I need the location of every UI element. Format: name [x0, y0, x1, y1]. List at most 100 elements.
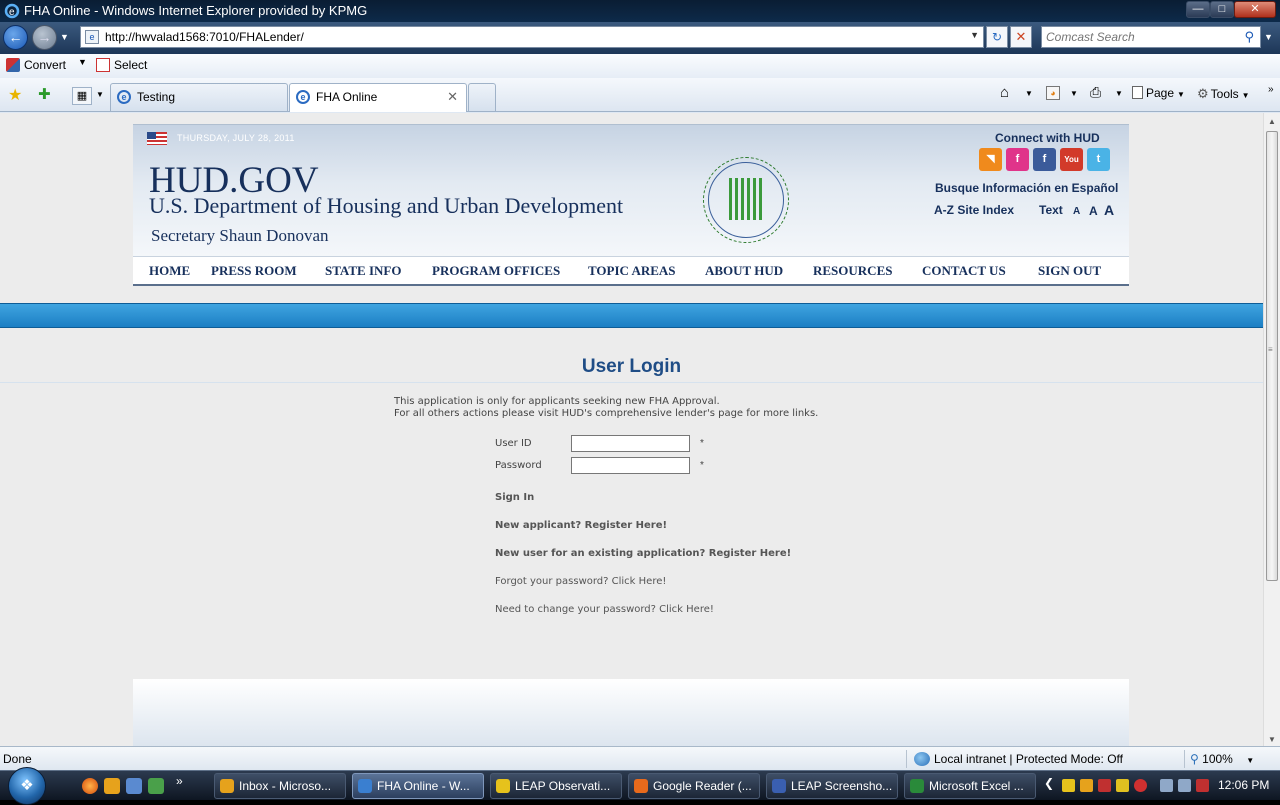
firefox-icon[interactable] — [82, 778, 98, 794]
nav-topic-areas[interactable]: TOPIC AREAS — [588, 263, 676, 279]
feeds-dropdown-icon[interactable]: ▼ — [1070, 89, 1078, 98]
quick-tabs-icon[interactable]: ▦ — [72, 87, 92, 105]
close-tab-icon[interactable]: ✕ — [447, 84, 458, 110]
windows-taskbar: ❖ » Inbox - Microso... FHA Online - W...… — [0, 767, 1280, 805]
divider — [0, 382, 1263, 383]
rss-icon[interactable]: ◥ — [979, 148, 1002, 171]
footer-band — [133, 679, 1129, 746]
new-user-link[interactable]: New user for an existing application? Re… — [495, 548, 791, 559]
vertical-scrollbar[interactable]: ▲ ≡ ▼ — [1263, 113, 1280, 746]
userid-field[interactable] — [571, 435, 690, 452]
new-applicant-link[interactable]: New applicant? Register Here! — [495, 520, 667, 531]
toolbar-overflow-icon[interactable]: » — [1268, 84, 1274, 95]
address-url[interactable]: http://hwvalad1568:7010/FHALender/ — [105, 30, 304, 44]
facebook-icon[interactable]: f — [1033, 148, 1056, 171]
tray-icon[interactable] — [1134, 779, 1147, 792]
outlook-icon[interactable] — [104, 778, 120, 794]
close-window-button[interactable]: ✕ — [1234, 1, 1276, 18]
start-button[interactable]: ❖ — [8, 767, 46, 805]
zoom-level[interactable]: ⚲ 100% ▼ — [1190, 752, 1254, 766]
nav-press-room[interactable]: PRESS ROOM — [211, 263, 297, 279]
search-box[interactable]: ⚲ — [1041, 26, 1261, 48]
az-site-index-link[interactable]: A-Z Site Index — [934, 203, 1014, 217]
display-icon[interactable] — [1178, 779, 1191, 792]
login-title: User Login — [581, 356, 682, 377]
nav-resources[interactable]: RESOURCES — [813, 263, 892, 279]
scroll-thumb[interactable] — [1266, 131, 1278, 581]
print-icon[interactable]: ⎙ — [1090, 84, 1101, 101]
twitter-icon[interactable]: t — [1087, 148, 1110, 171]
convert-icon — [6, 58, 20, 72]
change-password-link[interactable]: Need to change your password? Click Here… — [495, 604, 714, 615]
print-dropdown-icon[interactable]: ▼ — [1115, 89, 1123, 98]
password-label: Password — [495, 460, 542, 471]
search-options-dropdown-icon[interactable]: ▼ — [1264, 32, 1273, 42]
tray-icon[interactable] — [1080, 779, 1093, 792]
nav-contact-us[interactable]: CONTACT US — [922, 263, 1006, 279]
volume-icon[interactable] — [1196, 779, 1209, 792]
taskbar-button[interactable]: LEAP Observati... — [490, 773, 622, 799]
nav-sign-out[interactable]: SIGN OUT — [1038, 263, 1101, 279]
page-menu-button[interactable]: Page ▼ — [1132, 86, 1185, 100]
taskbar-button[interactable]: Google Reader (... — [628, 773, 760, 799]
forward-button[interactable]: → — [32, 25, 57, 50]
tray-icon[interactable] — [1098, 779, 1111, 792]
youtube-icon[interactable]: You — [1060, 148, 1083, 171]
select-button[interactable]: Select — [96, 58, 147, 72]
text-size-small[interactable]: A — [1073, 206, 1080, 217]
home-dropdown-icon[interactable]: ▼ — [1025, 89, 1033, 98]
favorites-star-icon[interactable]: ★ — [8, 85, 22, 105]
facebook-icon[interactable]: f — [1006, 148, 1029, 171]
search-input[interactable] — [1046, 30, 1236, 44]
nav-program-offices[interactable]: PROGRAM OFFICES — [432, 263, 560, 279]
scroll-down-icon[interactable]: ▼ — [1266, 735, 1278, 744]
quick-launch-overflow-icon[interactable]: » — [176, 774, 192, 790]
svg-text:e: e — [9, 7, 15, 18]
new-tab-button[interactable] — [468, 83, 496, 111]
word-icon — [772, 779, 786, 793]
tray-expand-icon[interactable]: ❮ — [1044, 776, 1054, 792]
zoom-value: 100% — [1202, 752, 1233, 766]
refresh-button[interactable]: ↻ — [986, 26, 1008, 48]
stop-button[interactable]: ✕ — [1010, 26, 1032, 48]
network-icon[interactable] — [148, 778, 164, 794]
show-desktop-icon[interactable] — [126, 778, 142, 794]
taskbar-button[interactable]: Microsoft Excel ... — [904, 773, 1036, 799]
home-icon[interactable]: ⌂ — [1000, 84, 1009, 101]
address-bar[interactable]: e http://hwvalad1568:7010/FHALender/ ▼ — [80, 26, 984, 48]
text-size-large[interactable]: A — [1104, 202, 1114, 218]
maximize-button[interactable]: □ — [1210, 1, 1234, 18]
minimize-button[interactable]: — — [1186, 1, 1210, 18]
window-title: FHA Online - Windows Internet Explorer p… — [24, 3, 368, 18]
convert-dropdown-icon[interactable]: ▼ — [78, 57, 87, 67]
sign-in-button[interactable]: Sign In — [495, 492, 534, 503]
nav-state-info[interactable]: STATE INFO — [325, 263, 401, 279]
taskbar-clock[interactable]: 12:06 PM — [1218, 778, 1269, 792]
text-size-medium[interactable]: A — [1089, 204, 1098, 218]
address-dropdown-icon[interactable]: ▼ — [970, 30, 979, 40]
convert-button[interactable]: Convert — [6, 58, 66, 72]
taskbar-button[interactable]: Inbox - Microso... — [214, 773, 346, 799]
tray-icon[interactable] — [1116, 779, 1129, 792]
forgot-password-link[interactable]: Forgot your password? Click Here! — [495, 576, 666, 587]
tab-testing[interactable]: e Testing — [110, 83, 288, 111]
taskbar-button[interactable]: FHA Online - W... — [352, 773, 484, 799]
nav-home[interactable]: HOME — [149, 263, 190, 279]
tab-list-dropdown-icon[interactable]: ▼ — [96, 90, 104, 99]
feeds-icon[interactable]: ◕ — [1046, 86, 1060, 100]
add-favorite-icon[interactable]: ✚ — [38, 85, 51, 103]
title-bar: e FHA Online - Windows Internet Explorer… — [0, 0, 1280, 22]
tray-icon[interactable] — [1062, 779, 1075, 792]
password-field[interactable] — [571, 457, 690, 474]
scroll-up-icon[interactable]: ▲ — [1266, 117, 1278, 126]
nav-about-hud[interactable]: ABOUT HUD — [705, 263, 783, 279]
spanish-info-link[interactable]: Busque Información en Español — [935, 181, 1118, 195]
recent-pages-dropdown-icon[interactable]: ▼ — [60, 32, 69, 42]
tab-fha-online[interactable]: e FHA Online ✕ — [289, 83, 467, 112]
network-status-icon[interactable] — [1160, 779, 1173, 792]
taskbar-button[interactable]: LEAP Screensho... — [766, 773, 898, 799]
back-button[interactable]: ← — [3, 25, 28, 50]
search-icon[interactable]: ⚲ — [1244, 29, 1254, 45]
security-zone[interactable]: Local intranet | Protected Mode: Off — [912, 752, 1123, 766]
tools-menu-button[interactable]: ⚙ Tools ▼ — [1197, 86, 1250, 102]
